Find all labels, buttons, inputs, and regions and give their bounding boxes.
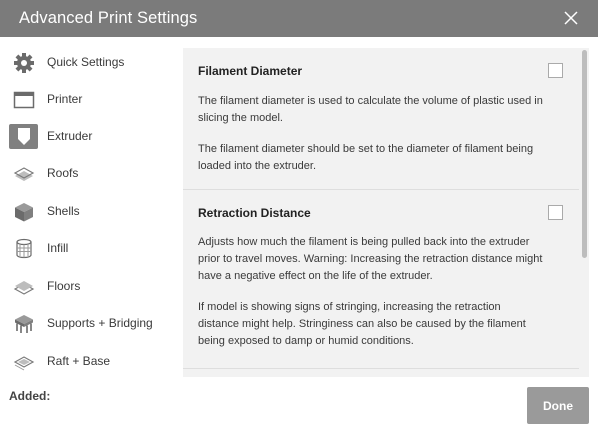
- sidebar-item-roofs[interactable]: Roofs: [0, 155, 180, 192]
- scrollbar-thumb[interactable]: [582, 50, 587, 258]
- setting-filament-diameter: Filament Diameter The filament diameter …: [183, 48, 579, 189]
- retraction-distance-checkbox[interactable]: [548, 205, 563, 220]
- sidebar-item-label: Infill: [47, 241, 69, 255]
- setting-retraction-distance: Retraction Distance Adjusts how much the…: [183, 190, 579, 367]
- sidebar-item-supports-bridging[interactable]: Supports + Bridging: [0, 305, 180, 342]
- setting-description: The filament diameter is used to calcula…: [198, 95, 543, 124]
- shells-cube-icon: [9, 199, 38, 224]
- sidebar-item-shells[interactable]: Shells: [0, 193, 180, 230]
- sidebar-item-label: Quick Settings: [47, 55, 125, 69]
- close-icon[interactable]: [562, 9, 580, 27]
- setting-description: The filament diameter should be set to t…: [198, 143, 534, 172]
- sidebar-item-raft-base[interactable]: Raft + Base: [0, 343, 180, 380]
- window-title: Advanced Print Settings: [19, 9, 198, 27]
- sidebar-item-floors[interactable]: Floors: [0, 268, 180, 305]
- panel-scrollbar[interactable]: [580, 48, 589, 377]
- setting-description: If model is showing signs of stringing, …: [198, 301, 526, 347]
- sidebar-item-printer[interactable]: Printer: [0, 81, 180, 118]
- sidebar-item-quick-settings[interactable]: Quick Settings: [0, 44, 180, 81]
- sidebar-item-infill[interactable]: Infill: [0, 230, 180, 267]
- setting-title: Retraction Distance: [198, 206, 311, 220]
- sidebar-item-label: Shells: [47, 204, 80, 218]
- filament-diameter-checkbox[interactable]: [548, 63, 563, 78]
- supports-icon: [9, 311, 38, 336]
- setting-description: Adjusts how much the filament is being p…: [198, 236, 543, 282]
- setting-divider: [183, 368, 579, 369]
- setting-title: Filament Diameter: [198, 64, 303, 78]
- roofs-layers-icon: [9, 161, 38, 186]
- gear-icon: [9, 50, 38, 75]
- sidebar-item-label: Extruder: [47, 129, 93, 143]
- settings-panel: Filament Diameter The filament diameter …: [183, 48, 589, 377]
- sidebar-item-label: Raft + Base: [47, 354, 111, 368]
- sidebar-item-label: Printer: [47, 92, 83, 106]
- raft-base-icon: [9, 349, 38, 374]
- sidebar-item-extruder[interactable]: Extruder: [0, 118, 180, 155]
- floors-layers-icon: [9, 274, 38, 299]
- settings-sidebar: Quick Settings Printer Extruder Roofs Sh…: [0, 37, 180, 377]
- extruder-icon: [9, 124, 38, 149]
- sidebar-item-label: Roofs: [47, 166, 79, 180]
- sidebar-item-label: Floors: [47, 279, 81, 293]
- done-button[interactable]: Done: [527, 387, 589, 424]
- sidebar-item-label: Supports + Bridging: [47, 316, 153, 330]
- title-bar: Advanced Print Settings: [0, 0, 598, 37]
- infill-cylinder-icon: [9, 236, 38, 261]
- printer-window-icon: [9, 87, 38, 112]
- added-label: Added:: [9, 389, 51, 403]
